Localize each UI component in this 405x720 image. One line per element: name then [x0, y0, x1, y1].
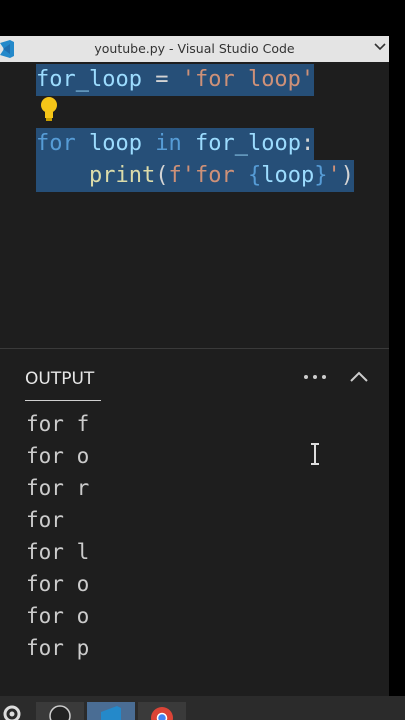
output-line: for f: [26, 412, 90, 436]
output-line: for o: [26, 572, 90, 596]
title-bar[interactable]: youtube.py - Visual Studio Code: [0, 36, 389, 62]
settings-gear-icon[interactable]: [0, 702, 28, 720]
output-line: for o: [26, 604, 90, 628]
vscode-taskbar-icon[interactable]: [87, 702, 135, 720]
code-line-3[interactable]: print(f'for {loop}'): [36, 160, 354, 192]
output-panel: OUTPUT for f for o for r for for l for o…: [0, 348, 389, 696]
output-line: for p: [26, 636, 90, 660]
code-line-1[interactable]: for_loop = 'for loop': [36, 64, 315, 96]
tab-output[interactable]: OUTPUT: [25, 369, 94, 389]
output-line: for o: [26, 444, 90, 468]
output-line: for r: [26, 476, 90, 500]
chrome-app-icon[interactable]: [138, 702, 186, 720]
more-actions-icon[interactable]: [303, 371, 327, 383]
window-title: youtube.py - Visual Studio Code: [94, 41, 295, 56]
active-tab-indicator: [25, 400, 101, 401]
code-editor[interactable]: for_loop = 'for loop' for loop in for_lo…: [0, 62, 389, 348]
obs-app-icon[interactable]: [36, 702, 84, 720]
output-line: for l: [26, 540, 90, 564]
chevron-up-icon[interactable]: [348, 369, 370, 385]
lightbulb-icon[interactable]: [38, 95, 60, 123]
code-line-2[interactable]: for loop in for_loop:: [36, 128, 315, 160]
taskbar: [0, 696, 405, 720]
output-line: for: [26, 508, 64, 532]
text-cursor-icon: [311, 443, 319, 465]
vscode-window: youtube.py - Visual Studio Code for_loop…: [0, 36, 389, 696]
chevron-down-icon[interactable]: [373, 40, 387, 54]
